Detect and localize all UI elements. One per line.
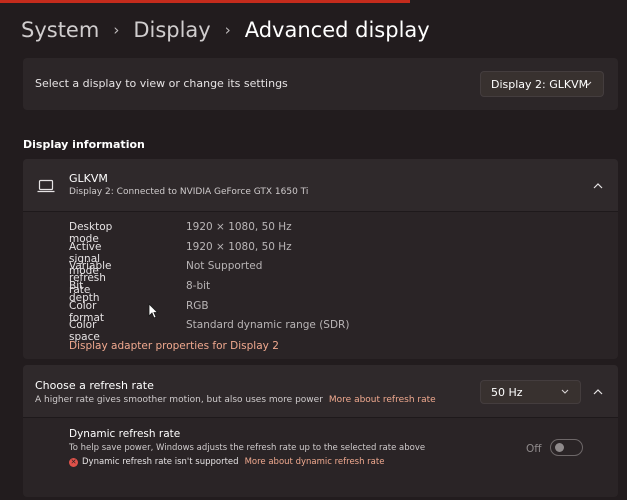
laptop-icon: [37, 179, 55, 193]
dynamic-refresh-toggle-label: Off: [526, 443, 542, 455]
display-connection: Display 2: Connected to NVIDIA GeForce G…: [69, 187, 309, 197]
breadcrumb-system[interactable]: System: [21, 18, 99, 42]
property-value: RGB: [186, 299, 209, 312]
breadcrumb-separator: ›: [224, 21, 231, 39]
refresh-rate-dropdown-value: 50 Hz: [491, 385, 523, 399]
display-dropdown-value: Display 2: GLKVM: [491, 77, 589, 91]
property-value: 8-bit: [186, 280, 211, 293]
refresh-rate-subtitle: A higher rate gives smoother motion, but…: [35, 395, 323, 405]
toggle-knob: [555, 443, 564, 452]
display-dropdown[interactable]: Display 2: GLKVM: [480, 71, 604, 97]
window-accent-bar: [0, 0, 410, 3]
property-value: 1920 × 1080, 50 Hz: [186, 240, 292, 253]
section-heading-display-information: Display information: [23, 138, 145, 151]
more-about-dynamic-refresh-rate-link[interactable]: More about dynamic refresh rate: [245, 457, 385, 467]
page-title: Advanced display: [244, 18, 430, 42]
dynamic-refresh-rate-title: Dynamic refresh rate: [69, 428, 181, 440]
display-select-label: Select a display to view or change its s…: [35, 77, 288, 90]
property-value: Not Supported: [186, 260, 263, 273]
display-name: GLKVM: [69, 172, 108, 185]
chevron-down-icon: [584, 81, 592, 86]
refresh-rate-description: A higher rate gives smoother motion, but…: [35, 395, 436, 405]
more-about-refresh-rate-link[interactable]: More about refresh rate: [329, 395, 436, 405]
property-value: 1920 × 1080, 50 Hz: [186, 221, 292, 233]
breadcrumb-display[interactable]: Display: [133, 18, 210, 42]
breadcrumb-separator: ›: [113, 21, 120, 39]
mouse-cursor-icon: [148, 303, 158, 319]
refresh-rate-title: Choose a refresh rate: [35, 379, 154, 392]
display-info-header[interactable]: GLKVM Display 2: Connected to NVIDIA GeF…: [23, 159, 618, 212]
property-value: Standard dynamic range (SDR): [186, 319, 350, 332]
dynamic-refresh-toggle[interactable]: [550, 439, 583, 456]
display-select-card: Select a display to view or change its s…: [23, 58, 618, 110]
dynamic-refresh-rate-description: To help save power, Windows adjusts the …: [69, 443, 426, 453]
display-adapter-properties-link[interactable]: Display adapter properties for Display 2: [69, 340, 279, 352]
dynamic-refresh-warning-text: Dynamic refresh rate isn't supported: [82, 457, 239, 467]
chevron-down-icon: [561, 389, 569, 394]
display-info-card: GLKVM Display 2: Connected to NVIDIA GeF…: [23, 159, 618, 359]
breadcrumb: System › Display › Advanced display: [21, 13, 430, 47]
refresh-rate-dropdown[interactable]: 50 Hz: [480, 380, 581, 404]
refresh-rate-header: Choose a refresh rate A higher rate give…: [23, 365, 618, 418]
x-circle-icon: ✕: [69, 457, 78, 467]
dynamic-refresh-rate-warning: ✕ Dynamic refresh rate isn't supported M…: [69, 457, 384, 467]
chevron-up-icon[interactable]: [592, 387, 604, 397]
refresh-rate-card: Choose a refresh rate A higher rate give…: [23, 365, 618, 497]
chevron-up-icon[interactable]: [592, 181, 604, 191]
